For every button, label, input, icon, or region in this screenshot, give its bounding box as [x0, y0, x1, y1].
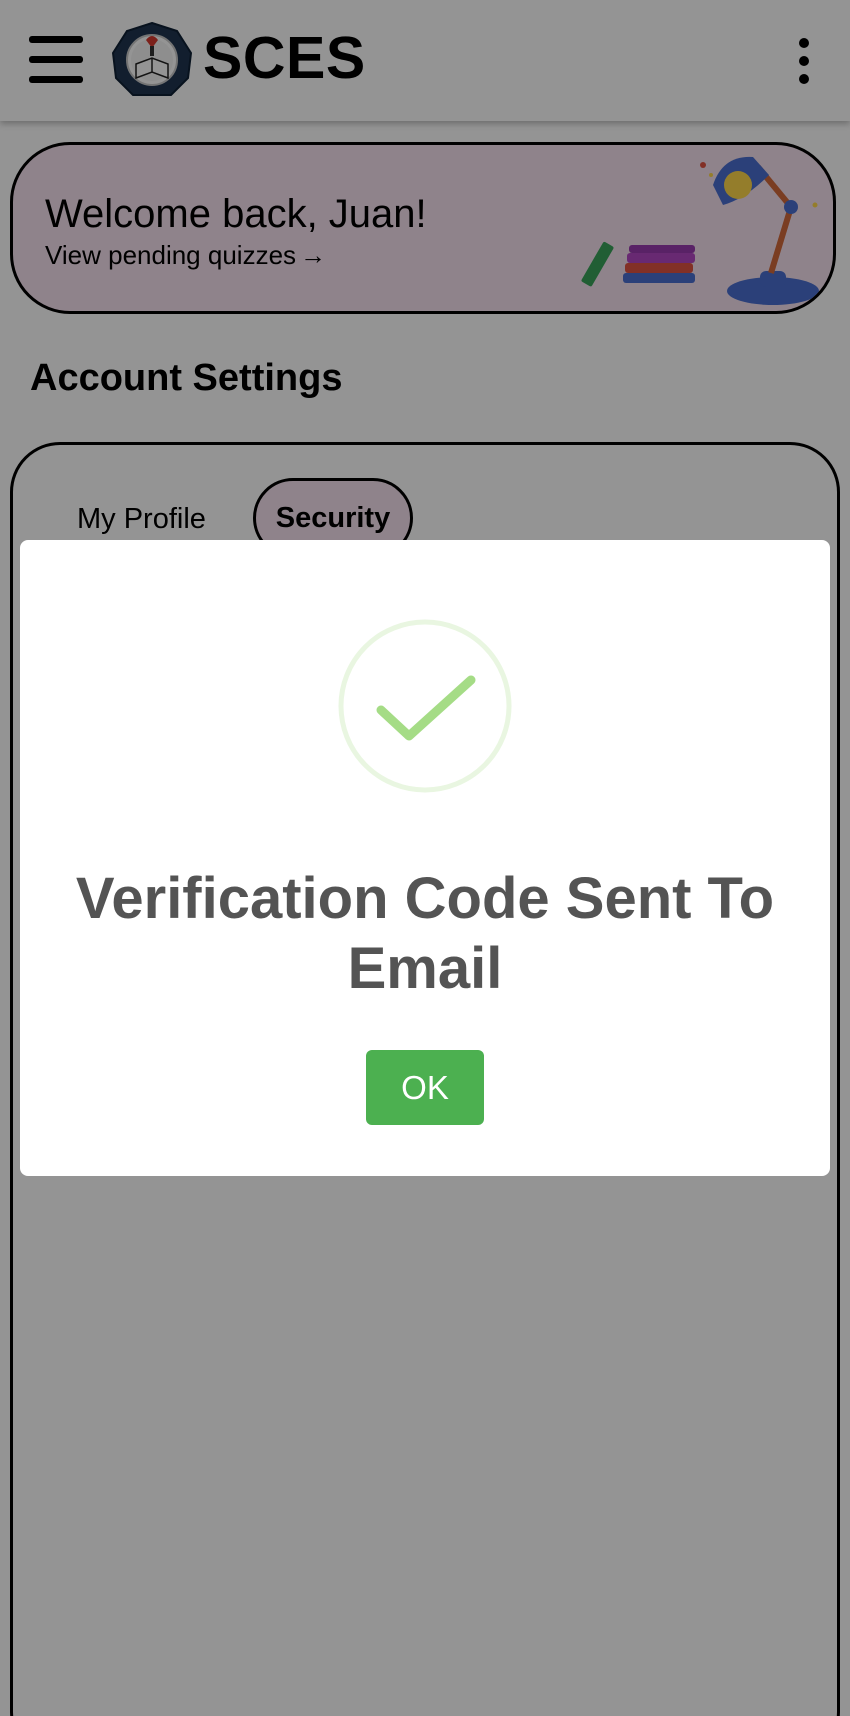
success-checkmark-icon [338, 619, 512, 793]
ok-button[interactable]: OK [366, 1050, 484, 1125]
success-dialog: Verification Code Sent To Email OK [20, 540, 830, 1176]
dialog-title: Verification Code Sent To Email [75, 866, 775, 1001]
